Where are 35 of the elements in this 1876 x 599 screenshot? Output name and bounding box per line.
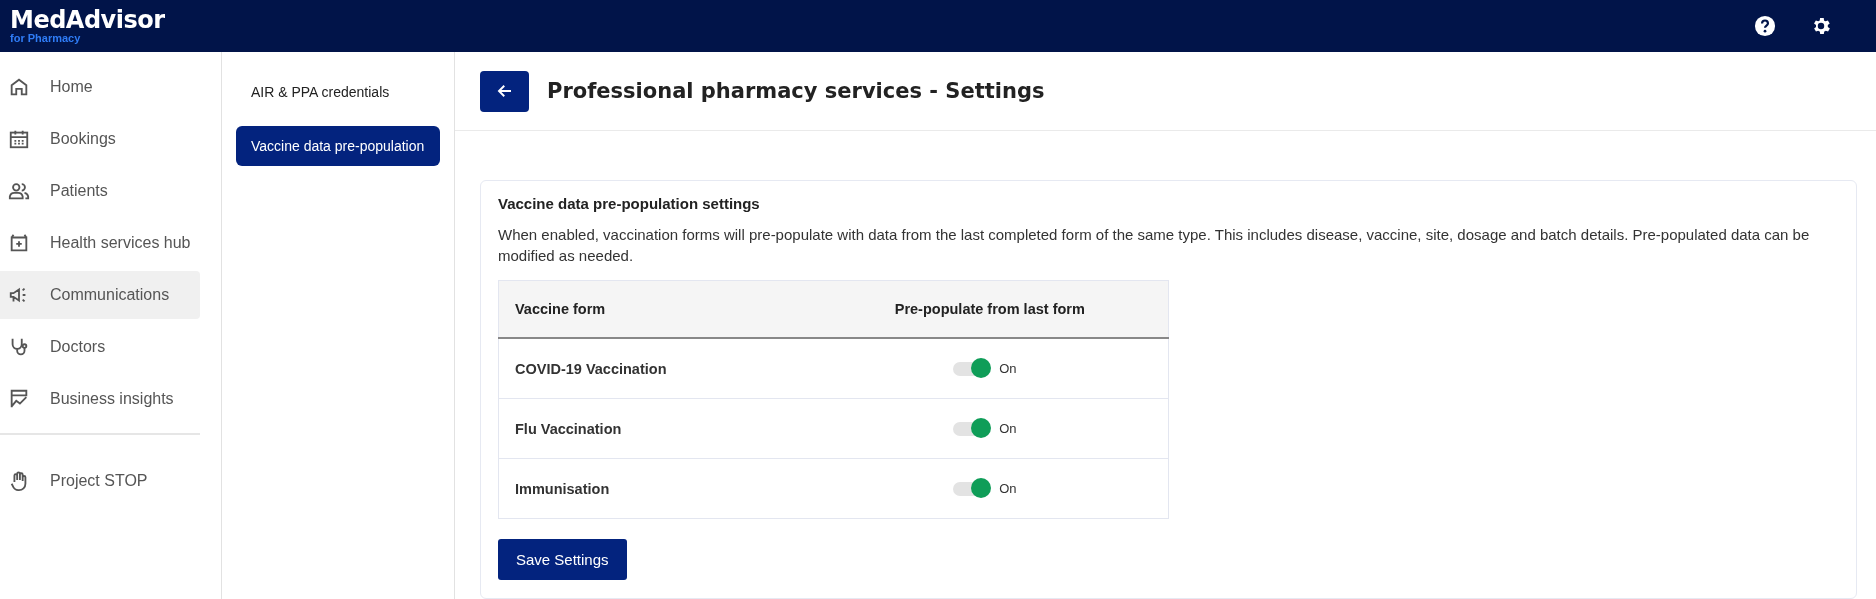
back-arrow-icon	[495, 82, 514, 100]
table-cell: Immunisation	[498, 458, 812, 519]
nav-item[interactable]: Bookings	[0, 115, 200, 163]
column-header: Vaccine form	[498, 280, 812, 338]
chart-icon	[8, 388, 30, 410]
card-title: Vaccine data pre-population settings	[498, 195, 761, 212]
save-button[interactable]: Save Settings	[498, 539, 627, 580]
toggle-label: On	[999, 421, 1017, 436]
toggle-switch[interactable]	[953, 421, 990, 436]
nav-item[interactable]: Communications	[0, 271, 200, 319]
toggle-switch[interactable]	[953, 481, 990, 496]
toggle-label: On	[999, 361, 1017, 376]
people-icon	[8, 180, 30, 202]
nav-item[interactable]: Home	[0, 63, 200, 111]
settings-menu-item[interactable]: AIR & PPA credentials	[236, 72, 440, 112]
nav-item[interactable]: Patients	[0, 167, 200, 215]
toggle-switch[interactable]	[953, 361, 990, 376]
nav-item[interactable]: Health services hub	[0, 219, 200, 267]
settings-menu-item[interactable]: Vaccine data pre-population	[236, 126, 440, 166]
card-description: When enabled, vaccination forms will pre-populate with data from the last completed form of the same type. This includes disease, vaccine, site, dosage and batch details. Pre-populated data can be modified as needed.	[498, 225, 1811, 266]
column-header: Pre-populate from last form	[811, 280, 1169, 338]
logo-subtitle: for Pharmacy	[10, 33, 82, 44]
help-icon[interactable]	[1754, 15, 1776, 37]
calendar-icon	[8, 128, 30, 150]
home-icon	[8, 76, 30, 98]
table-cell: Flu Vaccination	[498, 398, 812, 459]
nav-item[interactable]: Project STOP	[0, 457, 200, 505]
logo-text: MedAdvisor	[10, 8, 165, 32]
medical-box-icon	[8, 232, 30, 254]
table-cell: COVID-19 Vaccination	[498, 338, 812, 399]
toggle-label: On	[999, 481, 1017, 496]
page-title: Professional pharmacy services - Settings	[547, 79, 1045, 103]
nav-item[interactable]: Business insights	[0, 375, 200, 423]
nav-item[interactable]: Doctors	[0, 323, 200, 371]
back-button[interactable]	[480, 70, 529, 112]
